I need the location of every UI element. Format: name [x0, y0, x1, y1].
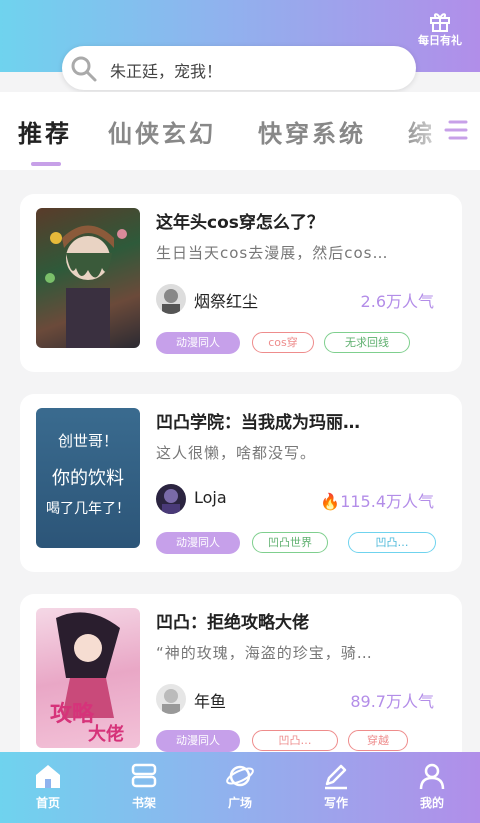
nav-square[interactable]: 广场	[205, 762, 275, 811]
tag-badge[interactable]: cos穿	[252, 332, 314, 353]
popularity-count: 2.6万人气	[360, 292, 434, 311]
category-tabs: 推荐 仙侠玄幻 快穿系统 综	[0, 92, 480, 170]
book-description: 这人很懒，啥都没写。	[156, 444, 317, 462]
cover-text-line: 创世哥！	[57, 432, 118, 450]
cover-text-line: 喝了几年了！	[46, 501, 130, 517]
tab-fade	[400, 92, 480, 170]
tag-badge[interactable]: 无求回线	[324, 332, 410, 353]
planet-icon	[226, 765, 254, 787]
nav-home[interactable]: 首页	[13, 762, 83, 811]
tab-quick-travel[interactable]: 快穿系统	[258, 114, 366, 149]
tag-badge[interactable]: 动漫同人	[156, 332, 240, 354]
author-name[interactable]: 烟祭红尘	[194, 288, 258, 312]
popularity-value: 115.4万人气	[340, 492, 434, 511]
home-icon	[36, 765, 60, 788]
nav-label: 我的	[419, 796, 444, 810]
author-avatar[interactable]	[156, 484, 186, 514]
pen-icon	[325, 764, 347, 790]
book-cover[interactable]	[36, 208, 140, 348]
menu-icon[interactable]	[444, 118, 468, 142]
search-bar[interactable]: 朱正廷，宠我！	[62, 46, 416, 90]
nav-label: 写作	[323, 796, 348, 810]
daily-gift-button[interactable]: 每日有礼	[408, 10, 472, 48]
author-avatar[interactable]	[156, 684, 186, 714]
nav-profile[interactable]: 我的	[397, 762, 467, 811]
bookshelf-icon	[131, 763, 157, 788]
cover-text-line: 你的饮料	[52, 468, 124, 489]
active-tab-indicator	[31, 162, 61, 166]
book-cover[interactable]: 创世哥！ 你的饮料 喝了几年了！	[36, 408, 140, 548]
tag-badge[interactable]: 凹凸…	[348, 532, 436, 553]
search-hint-text: 朱正廷，宠我！	[110, 62, 223, 81]
cover-title-text: 大佬	[88, 724, 124, 745]
author-name[interactable]: 年鱼	[194, 688, 226, 712]
book-title[interactable]: 凹凸学院：当我成为玛丽…	[156, 408, 446, 433]
tag-badge[interactable]: 凹凸…	[252, 730, 338, 751]
tag-badge[interactable]: 凹凸世界	[252, 532, 328, 553]
tag-badge[interactable]: 穿越	[348, 730, 408, 751]
nav-label: 广场	[227, 796, 252, 810]
tag-badge[interactable]: 动漫同人	[156, 730, 240, 752]
book-card[interactable]: 攻略 大佬 凹凸：拒绝攻略大佬 “神的玫瑰，海盗的珍宝，骑… 年鱼 89.7万人…	[20, 594, 462, 764]
gift-icon	[430, 13, 450, 32]
nav-bookshelf[interactable]: 书架	[109, 762, 179, 811]
nav-write[interactable]: 写作	[301, 762, 371, 811]
nav-label: 首页	[35, 796, 60, 810]
author-name[interactable]: Loja	[194, 488, 227, 507]
book-description: 生日当天cos去漫展，然后cos…	[156, 244, 389, 262]
book-cover[interactable]: 攻略 大佬	[36, 608, 140, 748]
gift-label: 每日有礼	[418, 34, 462, 47]
book-description: “神的玫瑰，海盗的珍宝，骑…	[156, 644, 373, 662]
author-avatar[interactable]	[156, 284, 186, 314]
fire-icon: 🔥	[320, 492, 341, 511]
cover-illustration	[45, 225, 127, 348]
tag-badge[interactable]: 动漫同人	[156, 532, 240, 554]
search-icon	[71, 56, 97, 82]
popularity-count: 89.7万人气	[350, 692, 434, 711]
book-card[interactable]: 这年头cos穿怎么了？ 生日当天cos去漫展，然后cos… 烟祭红尘 2.6万人…	[20, 194, 462, 372]
nav-label: 书架	[131, 796, 156, 810]
book-title[interactable]: 凹凸：拒绝攻略大佬	[156, 608, 446, 633]
tab-recommend[interactable]: 推荐	[18, 114, 72, 149]
book-title[interactable]: 这年头cos穿怎么了？	[156, 208, 446, 233]
bottom-nav-bar: 首页 书架 广场 写作 我的	[0, 752, 480, 823]
book-card[interactable]: 创世哥！ 你的饮料 喝了几年了！ 凹凸学院：当我成为玛丽… 这人很懒，啥都没写。…	[20, 394, 462, 572]
popularity-count: 🔥115.4万人气	[320, 488, 434, 512]
user-icon	[419, 763, 445, 790]
tab-xianxia[interactable]: 仙侠玄幻	[108, 114, 216, 149]
